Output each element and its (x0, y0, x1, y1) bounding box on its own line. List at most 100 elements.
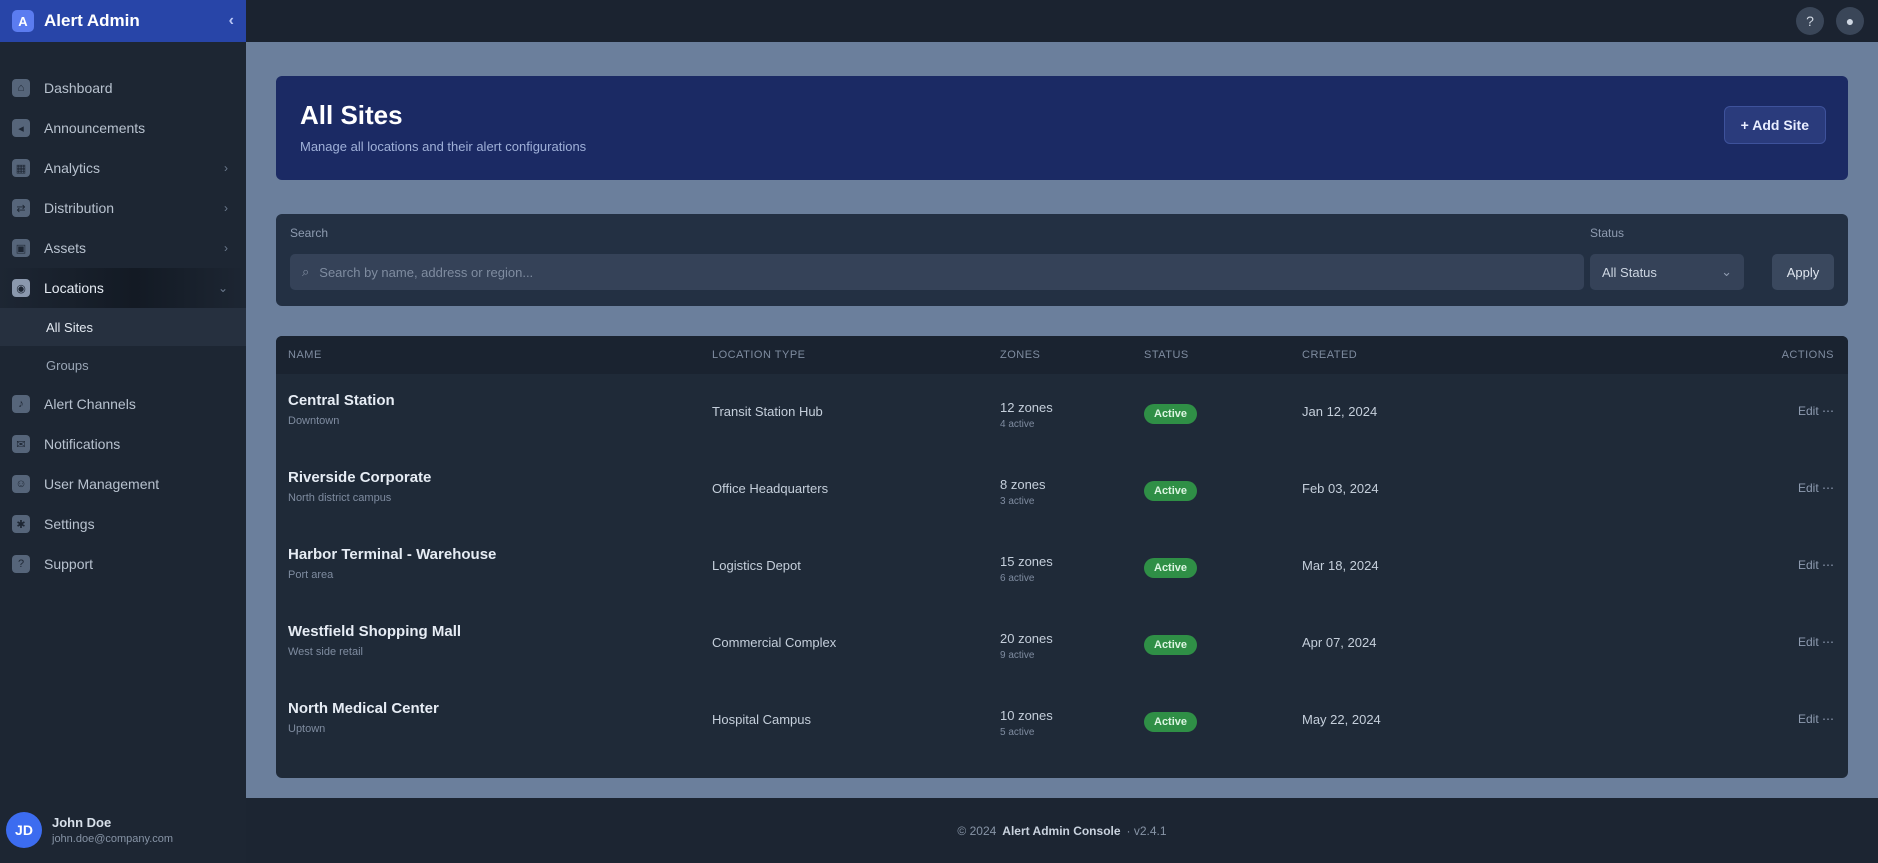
sidebar-item-label: User Management (44, 476, 160, 492)
chevron-down-icon: ⌄ (217, 281, 228, 295)
sidebar-nav: ⌂ Dashboard ◂ Announcements ▦ Analytics … (0, 42, 246, 801)
site-zones-active: 4 active (1000, 419, 1035, 430)
sidebar-item-user-management[interactable]: ☺ User Management (0, 464, 246, 504)
collapse-sidebar-icon[interactable]: ‹ (229, 12, 234, 30)
sidebar-item-announcements[interactable]: ◂ Announcements (0, 108, 246, 148)
site-created: Jan 12, 2024 (1302, 404, 1378, 419)
site-zones: 10 zones (1000, 708, 1053, 723)
sidebar-subitem-groups[interactable]: Groups (0, 346, 246, 384)
site-location-type: Transit Station Hub (712, 404, 823, 419)
sidebar-item-label: Settings (44, 516, 95, 532)
status-select[interactable]: All Status ⌄ (1590, 254, 1744, 290)
sidebar-item-locations[interactable]: ◉ Locations ⌄ (0, 268, 246, 308)
site-zones-active: 5 active (1000, 727, 1035, 738)
sidebar-item-label: Alert Channels (44, 396, 136, 412)
site-subtitle: Downtown (288, 415, 340, 427)
site-location-type: Commercial Complex (712, 635, 837, 650)
site-zones-active: 3 active (1000, 496, 1035, 507)
site-subtitle: West side retail (288, 646, 363, 658)
row-actions[interactable]: Edit ⋯ (1798, 635, 1834, 649)
row-actions[interactable]: Edit ⋯ (1798, 712, 1834, 726)
site-created: Apr 07, 2024 (1302, 635, 1377, 650)
user-email: john.doe@company.com (52, 833, 174, 845)
row-actions[interactable]: Edit ⋯ (1798, 481, 1834, 495)
column-header-zones[interactable]: ZONES (1000, 349, 1040, 361)
site-zones: 12 zones (1000, 400, 1053, 415)
brand-header[interactable]: A Alert Admin ‹ (0, 0, 246, 42)
sidebar-item-label: Assets (44, 240, 87, 256)
help-icon[interactable]: ? (1796, 7, 1824, 35)
chevron-down-icon: ⌄ (1721, 264, 1732, 279)
page-title: All Sites (300, 100, 403, 130)
column-header-name[interactable]: NAME (288, 349, 322, 361)
site-subtitle: Port area (288, 569, 334, 581)
profile-icon[interactable]: ● (1836, 7, 1864, 35)
sidebar-item-support[interactable]: ? Support (0, 544, 246, 584)
column-header-location-type[interactable]: LOCATION TYPE (712, 349, 806, 361)
home-icon: ⌂ (12, 79, 30, 97)
table-row[interactable]: Westfield Shopping Mall West side retail… (276, 605, 1848, 682)
site-created: May 22, 2024 (1302, 712, 1381, 727)
status-badge: Active (1144, 404, 1198, 424)
mail-icon: ✉ (12, 435, 30, 453)
sidebar-item-label: Analytics (44, 160, 101, 176)
site-name[interactable]: Westfield Shopping Mall (288, 623, 461, 640)
site-created: Feb 03, 2024 (1302, 481, 1379, 496)
row-actions[interactable]: Edit ⋯ (1798, 404, 1834, 418)
site-name[interactable]: Riverside Corporate (288, 469, 431, 486)
row-actions[interactable]: Edit ⋯ (1798, 558, 1834, 572)
footer-version: · v2.4.1 (1126, 823, 1167, 838)
sidebar-item-settings[interactable]: ✱ Settings (0, 504, 246, 544)
sidebar-item-label: Locations (44, 280, 104, 296)
site-zones: 20 zones (1000, 631, 1053, 646)
sidebar-subitem-all-sites[interactable]: All Sites (0, 308, 246, 346)
sidebar-item-notifications[interactable]: ✉ Notifications (0, 424, 246, 464)
site-name[interactable]: Central Station (288, 392, 395, 409)
search-input[interactable]: ⌕ Search by name, address or region... (290, 254, 1584, 290)
status-badge: Active (1144, 712, 1198, 732)
footer-brand: Alert Admin Console (1002, 823, 1121, 838)
table-row[interactable]: Riverside Corporate North district campu… (276, 451, 1848, 528)
page-header: All Sites Manage all locations and their… (276, 76, 1848, 180)
site-name[interactable]: North Medical Center (288, 700, 439, 717)
megaphone-icon: ◂ (12, 119, 30, 137)
table-header: NAME LOCATION TYPE ZONES STATUS CREATED … (276, 336, 1848, 374)
column-header-actions: ACTIONS (1781, 349, 1834, 361)
column-header-created[interactable]: CREATED (1302, 349, 1357, 361)
sidebar-item-label: Announcements (44, 120, 146, 136)
site-location-type: Office Headquarters (712, 481, 829, 496)
users-icon: ☺ (12, 475, 30, 493)
status-badge: Active (1144, 635, 1198, 655)
sidebar-item-distribution[interactable]: ⇄ Distribution › (0, 188, 246, 228)
page-subtitle: Manage all locations and their alert con… (300, 139, 587, 154)
help-icon: ? (12, 555, 30, 573)
footer-copyright: © 2024 (957, 823, 997, 838)
site-zones-active: 9 active (1000, 650, 1035, 661)
map-pin-icon: ◉ (12, 279, 30, 297)
site-zones: 15 zones (1000, 554, 1053, 569)
sidebar-item-label: Dashboard (44, 80, 113, 96)
status-select-value: All Status (1602, 264, 1657, 280)
apply-filter-button[interactable]: Apply (1772, 254, 1834, 290)
user-name: John Doe (52, 815, 112, 830)
site-name[interactable]: Harbor Terminal - Warehouse (288, 546, 496, 563)
table-row[interactable]: North Medical Center Uptown Hospital Cam… (276, 682, 1848, 759)
logo-icon: A (12, 10, 34, 32)
chart-icon: ▦ (12, 159, 30, 177)
sites-table: NAME LOCATION TYPE ZONES STATUS CREATED … (276, 336, 1848, 778)
chevron-right-icon: › (224, 161, 228, 175)
sidebar-item-analytics[interactable]: ▦ Analytics › (0, 148, 246, 188)
table-row[interactable]: Harbor Terminal - Warehouse Port area Lo… (276, 528, 1848, 605)
bell-icon: ♪ (12, 395, 30, 413)
sidebar-item-label: Support (44, 556, 94, 572)
add-site-button[interactable]: + Add Site (1723, 106, 1826, 144)
site-subtitle: Uptown (288, 723, 326, 735)
table-row[interactable]: Central Station Downtown Transit Station… (276, 374, 1848, 451)
user-profile[interactable]: JD John Doe john.doe@company.com (0, 801, 246, 859)
sidebar-item-dashboard[interactable]: ⌂ Dashboard (0, 68, 246, 108)
sidebar-item-assets[interactable]: ▣ Assets › (0, 228, 246, 268)
avatar: JD (6, 812, 42, 848)
column-header-status[interactable]: STATUS (1144, 349, 1189, 361)
sidebar-item-alert-channels[interactable]: ♪ Alert Channels (0, 384, 246, 424)
topbar: ? ● (246, 0, 1878, 42)
